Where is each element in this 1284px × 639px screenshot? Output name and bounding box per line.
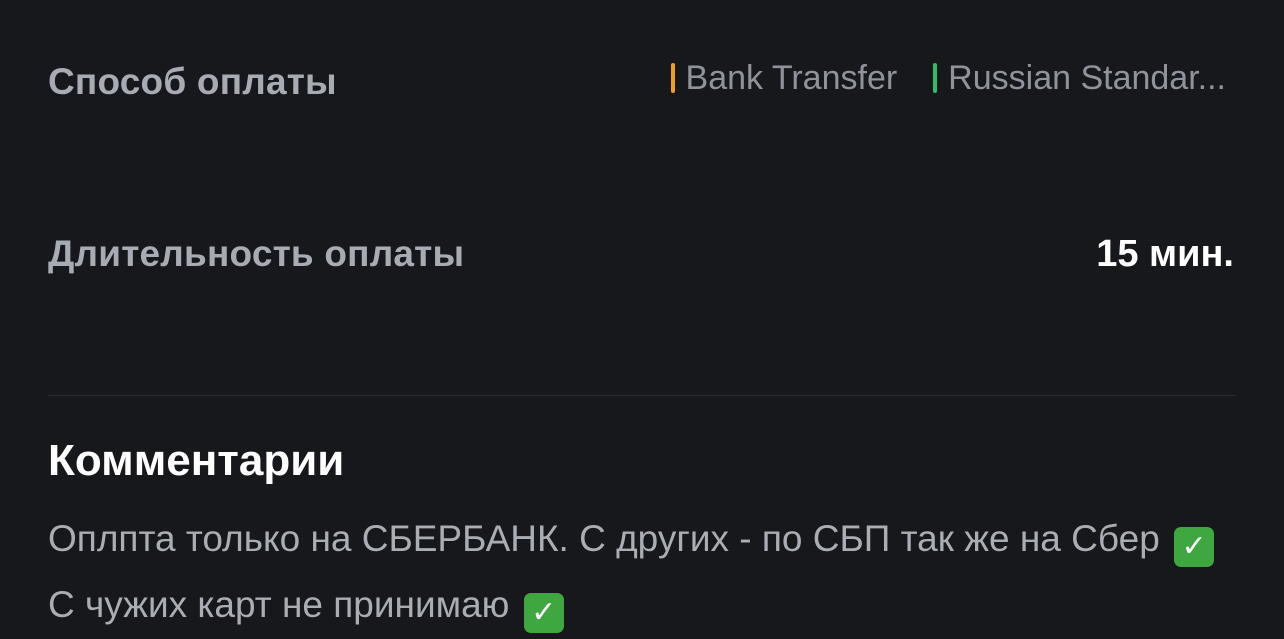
p2p-order-details: Способ оплаты Bank Transfer Russian Stan… [48,0,1236,639]
payment-method-label: Способ оплаты [48,61,337,102]
payment-duration-row: Длительность оплаты 15 мин. [48,226,1236,282]
comments-text-part1: Оплпта только на СБЕРБАНК. С других - по… [48,518,1160,559]
comments-text-part2: С чужих карт не принимаю [48,584,510,625]
payment-duration-label: Длительность оплаты [48,233,465,274]
russian-standard-color-bar [933,63,938,93]
payment-method-bank-transfer: Bank Transfer [670,58,898,98]
check-mark-icon: ✓ [523,593,564,633]
payment-method-row: Способ оплаты Bank Transfer Russian Stan… [48,54,1236,110]
payment-method-name: Bank Transfer [685,58,898,97]
check-mark-icon: ✓ [1174,527,1215,567]
payment-methods-list: Bank Transfer Russian Standar... [670,58,1226,98]
payment-method-russian-standard: Russian Standar... [933,59,1226,98]
bank-transfer-color-bar [670,63,675,93]
payment-duration-value: 15 мин. [1096,232,1234,275]
comments-text: Оплпта только на СБЕРБАНК. С других - по… [48,506,1236,638]
comments-title: Комментарии [48,436,345,485]
payment-method-name: Russian Standar... [948,58,1226,97]
section-divider [48,395,1236,396]
